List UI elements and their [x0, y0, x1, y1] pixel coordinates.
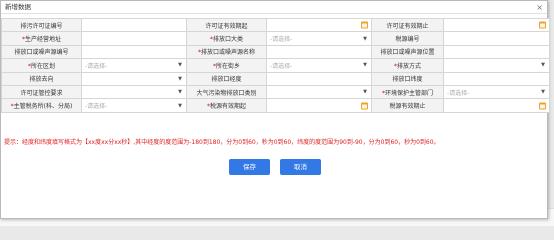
field-label: 排污许可证编号 — [1, 17, 82, 33]
field-label: 许可证有效期止 — [371, 17, 444, 33]
field-label: 排放口或噪声源编号 — [1, 44, 82, 60]
form-table: 排污许可证编号 许可证有效期起 许可证有效期止 *生产经营地址 *排放口大类 -请选择- ▼… — [1, 17, 550, 113]
close-icon[interactable]: × — [536, 1, 543, 14]
calendar-icon[interactable] — [539, 21, 546, 29]
date-field[interactable] — [443, 98, 550, 113]
field-label-text: 排放口经度 — [211, 76, 242, 84]
text-input[interactable] — [81, 17, 187, 33]
field-label-text: 排污许可证编号 — [20, 22, 63, 30]
field-label-text: 税源有效期止 — [389, 103, 426, 111]
field-label-text: 排放口纬度 — [392, 76, 423, 84]
chevron-down-icon[interactable]: ▼ — [178, 62, 182, 68]
field-label: *生产经营地址 — [1, 31, 82, 46]
field-label-text: 生产经营地址 — [24, 36, 61, 44]
field-label: *所在街乡 — [186, 58, 267, 73]
field-label-text: 许可证有效期止 — [386, 22, 429, 30]
text-input[interactable] — [266, 44, 372, 60]
field-label-text: 排放口或噪声源名称 — [200, 49, 255, 57]
chevron-down-icon[interactable]: ▼ — [363, 89, 367, 95]
select-field[interactable]: ▼ — [266, 84, 372, 100]
field-label-text: 环境保护主管部门 — [384, 89, 433, 97]
field-label-text: 许可证有效期起 — [205, 22, 248, 30]
calendar-icon[interactable] — [361, 21, 368, 29]
field-label-text: 排放口或噪声源编号 — [14, 49, 69, 57]
field-label: 排放口经度 — [186, 71, 267, 86]
select-field[interactable]: -请选择- ▼ — [266, 58, 372, 73]
field-label: *环境保护主管部门 — [371, 84, 444, 100]
date-field[interactable] — [443, 17, 550, 33]
chevron-down-icon[interactable]: ▼ — [178, 89, 182, 95]
format-hint: 提示：经度和纬度填写格式为【xx度xx分xx秒】,其中经度的度范围为-180到1… — [4, 139, 440, 146]
field-label: 税源有效期止 — [371, 98, 444, 113]
chevron-down-icon[interactable]: ▼ — [541, 62, 545, 68]
text-input[interactable] — [81, 31, 187, 46]
field-label-text: 排放方式 — [396, 62, 421, 70]
chevron-down-icon[interactable]: ▼ — [363, 36, 367, 42]
form-row: *生产经营地址 *排放口大类 -请选择- ▼ 税源编号 — [1, 31, 550, 46]
field-label: 排放口纬度 — [371, 71, 444, 86]
select-field[interactable]: -请选择- ▼ — [266, 31, 372, 46]
field-label: 排放口或噪声源位置 — [371, 44, 444, 60]
form-row: 排放去向 ▼ 排放口经度 排放口纬度 — [1, 71, 550, 86]
text-input[interactable] — [443, 44, 550, 60]
text-input[interactable] — [443, 31, 550, 46]
form-row: 许可证管控要求 ▼ 大气污染物排放口类别 ▼ *环境保护主管部门 -请选择- ▼ — [1, 84, 550, 100]
chevron-down-icon[interactable]: ▼ — [541, 89, 545, 95]
field-label: 许可证管控要求 — [1, 84, 82, 100]
chevron-down-icon[interactable]: ▼ — [178, 76, 182, 82]
text-input[interactable] — [443, 71, 550, 86]
select-field[interactable]: -请选择- ▼ — [81, 58, 187, 73]
select-field[interactable]: ▼ — [81, 71, 187, 86]
field-label: 税源编号 — [371, 31, 444, 46]
select-field[interactable]: -请选择- ▼ — [443, 84, 550, 100]
field-label-text: 排放口或噪声源位置 — [380, 49, 435, 57]
chevron-down-icon[interactable]: ▼ — [178, 103, 182, 109]
select-placeholder: -请选择- — [85, 103, 108, 111]
form-row: 排放口或噪声源编号 *排放口或噪声源名称 排放口或噪声源位置 — [1, 44, 550, 60]
cancel-button[interactable]: 取消 — [279, 159, 321, 175]
button-bar: 保存 取消 — [1, 159, 549, 175]
form-row: *主管税务所(科、分局) -请选择- ▼ *税源有效期起 税源有效期止 — [1, 98, 550, 113]
calendar-icon[interactable] — [361, 102, 368, 110]
text-input[interactable] — [81, 44, 187, 60]
calendar-icon[interactable] — [539, 102, 546, 110]
dialog-header: 新增数据 × — [1, 1, 547, 14]
add-data-dialog: 新增数据 × 排污许可证编号 许可证有效期起 许可证有效期止 *生产经营地址 *排放口大… — [0, 0, 550, 219]
select-placeholder: -请选择- — [270, 62, 293, 70]
field-label: *主管税务所(科、分局) — [1, 98, 82, 113]
field-label-text: 税源编号 — [395, 36, 420, 44]
save-button[interactable]: 保存 — [229, 159, 271, 175]
field-label: 大气污染物排放口类别 — [186, 84, 267, 100]
select-placeholder: -请选择- — [85, 62, 108, 70]
select-field[interactable]: ▼ — [443, 58, 550, 73]
field-label: 排放去向 — [1, 71, 82, 86]
form-row: 排污许可证编号 许可证有效期起 许可证有效期止 — [1, 17, 550, 33]
field-label-text: 税源有效期起 — [209, 103, 246, 111]
select-field[interactable]: -请选择- ▼ — [81, 98, 187, 113]
field-label-text: 大气污染物排放口类别 — [196, 89, 257, 97]
select-placeholder: -请选择- — [270, 36, 293, 44]
field-label-text: 排放口大类 — [212, 36, 243, 44]
chevron-down-icon[interactable]: ▼ — [363, 62, 367, 68]
field-label: *所在区划 — [1, 58, 82, 73]
field-label-text: 主管税务所(科、分局) — [13, 103, 73, 111]
date-field[interactable] — [266, 17, 372, 33]
dialog-title: 新增数据 — [5, 3, 31, 11]
field-label: *排放口大类 — [186, 31, 267, 46]
select-placeholder: -请选择- — [447, 89, 470, 97]
field-label-text: 排放去向 — [29, 76, 54, 84]
field-label: *排放口或噪声源名称 — [186, 44, 267, 60]
field-label-text: 许可证管控要求 — [20, 89, 63, 97]
date-field[interactable] — [266, 98, 372, 113]
field-label-text: 所在区划 — [30, 62, 55, 70]
field-label: *排放方式 — [371, 58, 444, 73]
form-row: *所在区划 -请选择- ▼ *所在街乡 -请选择- ▼ *排放方式 ▼ — [1, 58, 550, 73]
select-field[interactable]: ▼ — [81, 84, 187, 100]
field-label: 许可证有效期起 — [186, 17, 267, 33]
field-label-text: 所在街乡 — [215, 62, 240, 70]
text-input[interactable] — [266, 71, 372, 86]
field-label: *税源有效期起 — [186, 98, 267, 113]
